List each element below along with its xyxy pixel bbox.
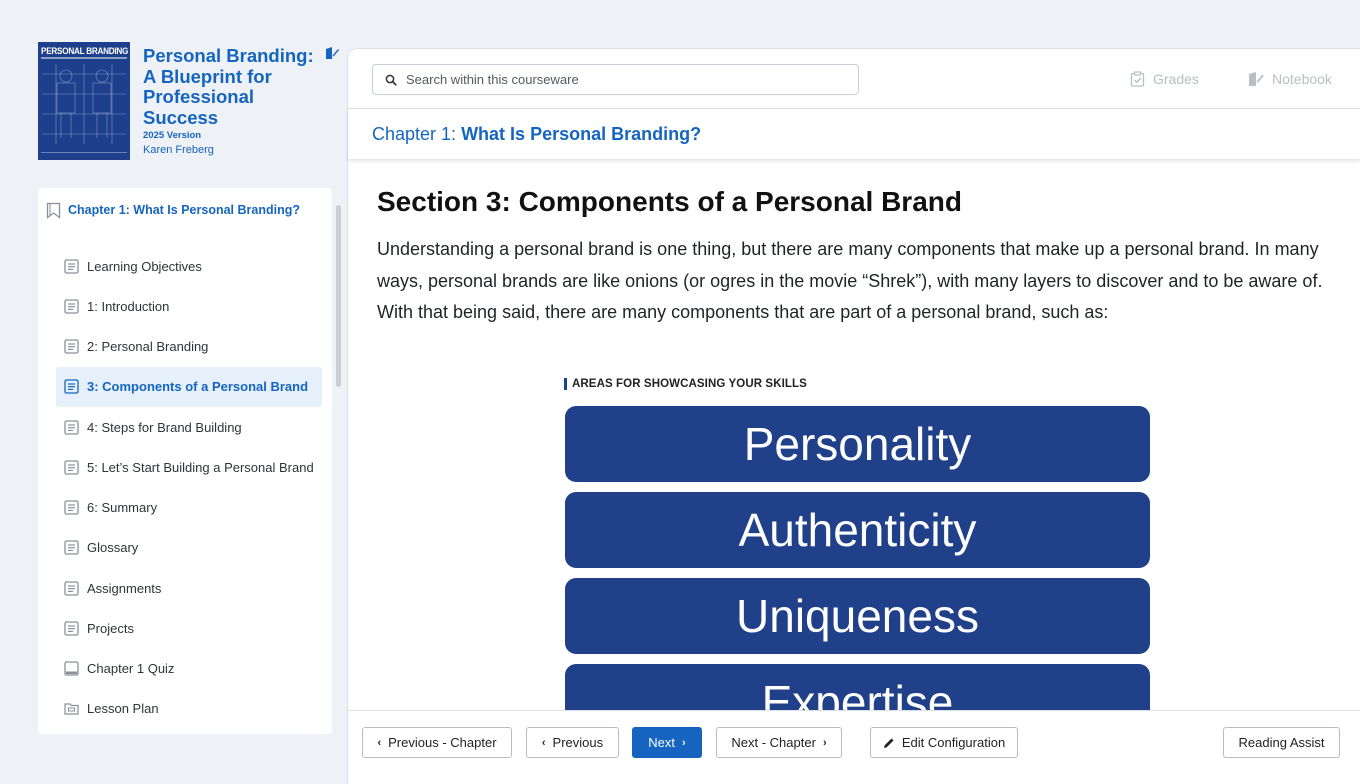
toc-item[interactable]: 2: Personal Branding [56, 327, 322, 367]
pencil-icon [883, 738, 894, 748]
toc-item-label: Lesson Plan [87, 701, 159, 717]
toc-item[interactable]: 4: Steps for Brand Building [56, 407, 322, 447]
toc-item[interactable]: 5: Let’s Start Building a Personal Brand [56, 447, 322, 487]
toc-item[interactable]: Assignments [56, 568, 322, 608]
figure-item-expertise: Expertise [565, 664, 1150, 710]
book-cover-image: PERSONAL BRANDING [38, 42, 130, 160]
book-header: PERSONAL BRANDING Personal Branding: A B… [38, 42, 339, 162]
grades-link[interactable]: Grades [1130, 69, 1199, 89]
toc-item[interactable]: Projects [56, 608, 322, 648]
edit-configuration-label: Edit Configuration [901, 735, 1006, 750]
page-icon [64, 299, 79, 314]
toc-item-label: 1: Introduction [87, 298, 170, 314]
chevron-left-icon: ‹ [541, 736, 546, 749]
navigation-footer: ‹ Previous - Chapter ‹ Previous Next › N… [348, 710, 1360, 784]
toc-scrollbar[interactable] [336, 205, 341, 387]
next-label: Next [648, 735, 676, 750]
figure-label-text: AREAS FOR SHOWCASING YOUR SKILLS [572, 378, 807, 390]
search-icon [385, 74, 397, 86]
next-chapter-button[interactable]: Next - Chapter › [716, 727, 842, 758]
notebook-link[interactable]: Notebook [1248, 69, 1332, 89]
reading-assist-button[interactable]: Reading Assist [1223, 727, 1340, 758]
edit-configuration-button[interactable]: Edit Configuration [870, 727, 1018, 758]
cover-title: PERSONAL BRANDING [41, 46, 129, 57]
folder-icon [64, 703, 79, 715]
previous-chapter-label: Previous - Chapter [388, 735, 497, 750]
book-author: Karen Freberg [143, 144, 214, 156]
toc-item[interactable]: Lesson Plan [56, 689, 322, 729]
section-title: Section 3: Components of a Personal Bran… [377, 186, 962, 217]
notebook-label: Notebook [1272, 71, 1332, 87]
reading-content: Section 3: Components of a Personal Bran… [348, 159, 1360, 710]
book-version: 2025 Version [143, 130, 202, 141]
search-input[interactable] [406, 72, 846, 87]
next-button[interactable]: Next › [632, 727, 702, 758]
table-of-contents: Chapter 1: What Is Personal Branding? Le… [38, 188, 332, 734]
figure-label: AREAS FOR SHOWCASING YOUR SKILLS [564, 378, 807, 390]
toc-item[interactable]: 3: Components of a Personal Brand [56, 366, 322, 407]
bookmark-icon [46, 202, 61, 219]
figure-item-authenticity: Authenticity [565, 492, 1150, 568]
toc-item-label: 4: Steps for Brand Building [87, 419, 242, 435]
toc-item[interactable]: 6: Summary [56, 488, 322, 528]
toc-item[interactable]: Learning Objectives [56, 246, 322, 286]
chevron-right-icon: › [682, 736, 686, 749]
toc-item[interactable]: Chapter 1 Quiz [56, 649, 322, 689]
chapter-title: What Is Personal Branding? [461, 124, 702, 144]
page-icon [64, 621, 79, 636]
quiz-icon [64, 661, 79, 676]
chevron-right-icon: › [822, 736, 827, 749]
toc-item-label: 3: Components of a Personal Brand [87, 379, 309, 395]
clipboard-check-icon [1130, 71, 1145, 87]
book-title[interactable]: Personal Branding: A Blueprint for Profe… [143, 45, 325, 128]
previous-label: Previous [552, 735, 604, 750]
toc-list: Learning Objectives 1: Introduction 2: Per… [56, 246, 322, 729]
notebook-edit-icon[interactable] [325, 46, 339, 60]
toc-item-label: Learning Objectives [87, 258, 202, 274]
figure-item-personality: Personality [565, 406, 1150, 482]
page-icon [64, 580, 79, 596]
page-icon [64, 460, 79, 475]
toc-item-label: Chapter 1 Quiz [87, 661, 175, 677]
page-icon [64, 258, 79, 274]
toc-item-label: Projects [87, 620, 134, 636]
reading-assist-label: Reading Assist [1238, 735, 1325, 750]
section-paragraph: Understanding a personal brand is one th… [377, 239, 1323, 322]
blueprint-figure-icon [42, 64, 126, 144]
toc-item[interactable]: Glossary [56, 528, 322, 568]
next-chapter-label: Next - Chapter [731, 735, 816, 750]
notebook-icon [1249, 72, 1264, 86]
page-icon [64, 339, 79, 354]
grades-label: Grades [1153, 71, 1199, 87]
top-bar: Grades Notebook [348, 49, 1360, 109]
toc-item-label: 2: Personal Branding [87, 339, 209, 355]
chevron-left-icon: ‹ [377, 736, 382, 749]
toc-chapter-label: Chapter 1: What Is Personal Branding? [68, 203, 300, 217]
page-icon [64, 379, 79, 395]
chapter-header: Chapter 1: What Is Personal Branding? [348, 110, 1360, 159]
previous-chapter-button[interactable]: ‹ Previous - Chapter [362, 727, 512, 758]
chapter-prefix: Chapter 1: [372, 124, 457, 144]
page-icon [64, 500, 79, 515]
toc-item-label: 5: Let’s Start Building a Personal Brand [87, 459, 314, 475]
previous-button[interactable]: ‹ Previous [526, 727, 619, 758]
main-panel: Grades Notebook Chapter 1: What Is Perso… [347, 48, 1360, 784]
figure-item-uniqueness: Uniqueness [565, 578, 1150, 654]
page-icon [64, 419, 79, 435]
figure-label-marker [564, 378, 567, 390]
toc-item-label: 6: Summary [87, 500, 158, 516]
page-icon [64, 540, 79, 556]
toc-item-label: Assignments [87, 580, 162, 596]
search-box[interactable] [372, 64, 859, 95]
toc-chapter-header[interactable]: Chapter 1: What Is Personal Branding? [46, 200, 300, 220]
toc-item[interactable]: 1: Introduction [56, 286, 322, 326]
toc-item-label: Glossary [87, 540, 139, 556]
